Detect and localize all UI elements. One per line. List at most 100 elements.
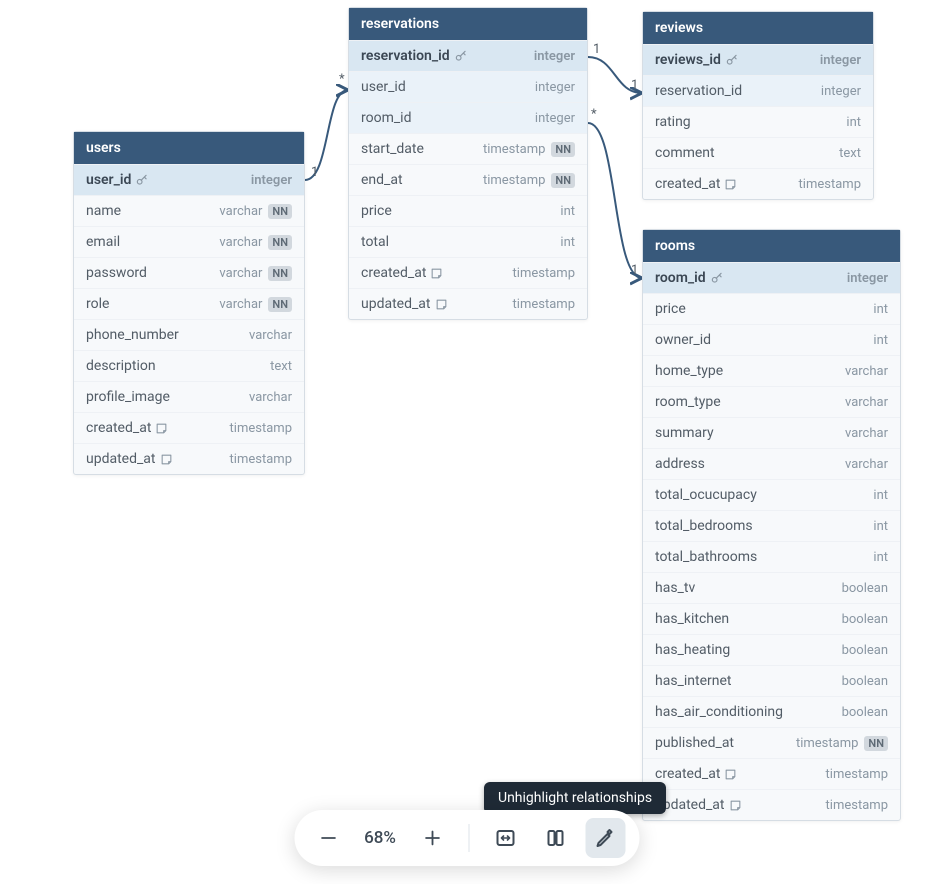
table-column-row[interactable]: priceint (349, 195, 587, 226)
table-column-row[interactable]: created_at timestamp (74, 412, 304, 443)
bottom-toolbar: 68% (294, 810, 639, 866)
note-icon (430, 267, 443, 280)
layout-button[interactable] (535, 818, 575, 858)
key-icon (710, 271, 724, 285)
columns-icon (543, 826, 567, 850)
table-column-row[interactable]: passwordvarcharNN (74, 257, 304, 288)
column-type: integer (535, 80, 575, 95)
key-icon (135, 173, 149, 187)
table-column-row[interactable]: addressvarchar (643, 448, 900, 479)
column-type: timestamp (513, 297, 575, 312)
table-column-row[interactable]: commenttext (643, 137, 873, 168)
table-column-row[interactable]: total_bathroomsint (643, 541, 900, 572)
column-type: boolean (842, 643, 888, 658)
column-type: timestamp (826, 767, 888, 782)
table-column-row[interactable]: has_heating boolean (643, 634, 900, 665)
column-name: owner_id (655, 332, 711, 348)
table-users[interactable]: usersuser_id integernamevarcharNNemailva… (73, 131, 305, 475)
column-name: total_bedrooms (655, 518, 753, 534)
column-type: int (560, 235, 575, 250)
minus-icon (317, 827, 339, 849)
table-column-row[interactable]: has_internetboolean (643, 665, 900, 696)
table-column-row[interactable]: descriptiontext (74, 350, 304, 381)
table-header[interactable]: reviews (643, 12, 873, 44)
cardinality-label: 1 (631, 263, 638, 278)
column-type: integer (534, 49, 575, 64)
column-name: has_heating (655, 642, 730, 658)
diagram-canvas[interactable]: 1 * 1 1 * 1 usersuser_id integernamevarc… (0, 0, 933, 884)
table-column-row[interactable]: home_typevarchar (643, 355, 900, 386)
column-type: boolean (842, 612, 888, 627)
table-column-row[interactable]: total_ocucupacyint (643, 479, 900, 510)
table-column-row[interactable]: updated_at timestamp (74, 443, 304, 474)
table-column-row[interactable]: updated_at timestamp (643, 789, 900, 820)
column-name: price (655, 301, 686, 317)
table-column-row[interactable]: ratingint (643, 106, 873, 137)
column-name: has_internet (655, 673, 732, 689)
not-null-badge: NN (268, 297, 292, 312)
fit-screen-button[interactable] (485, 818, 525, 858)
table-column-row[interactable]: name varcharNN (74, 195, 304, 226)
table-column-row[interactable]: reservation_idinteger (643, 75, 873, 106)
table-header[interactable]: reservations (349, 8, 587, 40)
table-column-row[interactable]: created_at timestamp (643, 168, 873, 199)
table-column-row[interactable]: start_datetimestampNN (349, 133, 587, 164)
table-column-row[interactable]: has_tvboolean (643, 572, 900, 603)
table-column-row[interactable]: totalint (349, 226, 587, 257)
note-icon (724, 178, 737, 191)
table-column-row[interactable]: room_idinteger (349, 102, 587, 133)
zoom-in-button[interactable] (412, 818, 452, 858)
table-column-row[interactable]: has_kitchen boolean (643, 603, 900, 634)
fit-icon (493, 826, 517, 850)
note-icon (724, 768, 737, 781)
not-null-badge: NN (551, 173, 575, 188)
column-name: has_kitchen (655, 611, 729, 627)
table-reviews[interactable]: reviewsreviews_id integerreservation_idi… (642, 11, 874, 200)
column-name: role (86, 296, 109, 312)
column-name: user_id (361, 79, 406, 95)
table-column-row[interactable]: owner_idint (643, 324, 900, 355)
table-column-row[interactable]: room_typevarchar (643, 386, 900, 417)
table-column-row[interactable]: has_air_conditioningboolean (643, 696, 900, 727)
column-type: varchar (249, 328, 292, 343)
table-column-row[interactable]: summaryvarchar (643, 417, 900, 448)
column-name: created_at (655, 176, 737, 192)
column-type: timestampNN (483, 142, 575, 157)
table-column-row[interactable]: emailvarcharNN (74, 226, 304, 257)
column-name: updated_at (361, 296, 448, 312)
highlight-button[interactable] (585, 818, 625, 858)
column-name: summary (655, 425, 714, 441)
column-name: has_tv (655, 580, 695, 596)
column-type: varcharNN (219, 204, 292, 219)
column-name: room_type (655, 394, 721, 410)
table-header[interactable]: users (74, 132, 304, 164)
column-type: timestamp (799, 177, 861, 192)
column-name: updated_at (86, 451, 173, 467)
table-column-row[interactable]: total_bedroomsint (643, 510, 900, 541)
table-column-row[interactable]: profile_imagevarchar (74, 381, 304, 412)
table-column-row[interactable]: phone_numbervarchar (74, 319, 304, 350)
table-column-row[interactable]: rolevarcharNN (74, 288, 304, 319)
table-column-row[interactable]: room_id integer (643, 262, 900, 293)
table-reservations[interactable]: reservationsreservation_id integeruser_i… (348, 7, 588, 320)
column-type: text (270, 359, 292, 374)
table-column-row[interactable]: published_attimestampNN (643, 727, 900, 758)
table-column-row[interactable]: created_at timestamp (349, 257, 587, 288)
table-column-row[interactable]: user_id integer (349, 71, 587, 102)
column-type: varchar (845, 457, 888, 472)
table-column-row[interactable]: priceint (643, 293, 900, 324)
table-column-row[interactable]: updated_at timestamp (349, 288, 587, 319)
column-name: room_id (361, 110, 411, 126)
table-column-row[interactable]: created_at timestamp (643, 758, 900, 789)
table-column-row[interactable]: reservation_id integer (349, 40, 587, 71)
table-column-row[interactable]: end_attimestampNN (349, 164, 587, 195)
cardinality-label: 1 (631, 78, 638, 93)
table-column-row[interactable]: user_id integer (74, 164, 304, 195)
zoom-out-button[interactable] (308, 818, 348, 858)
table-rooms[interactable]: roomsroom_id integerpriceintowner_idinth… (642, 229, 901, 821)
table-header[interactable]: rooms (643, 230, 900, 262)
column-type: timestamp (230, 421, 292, 436)
column-name: name (86, 203, 121, 219)
table-column-row[interactable]: reviews_id integer (643, 44, 873, 75)
key-icon (454, 49, 468, 63)
